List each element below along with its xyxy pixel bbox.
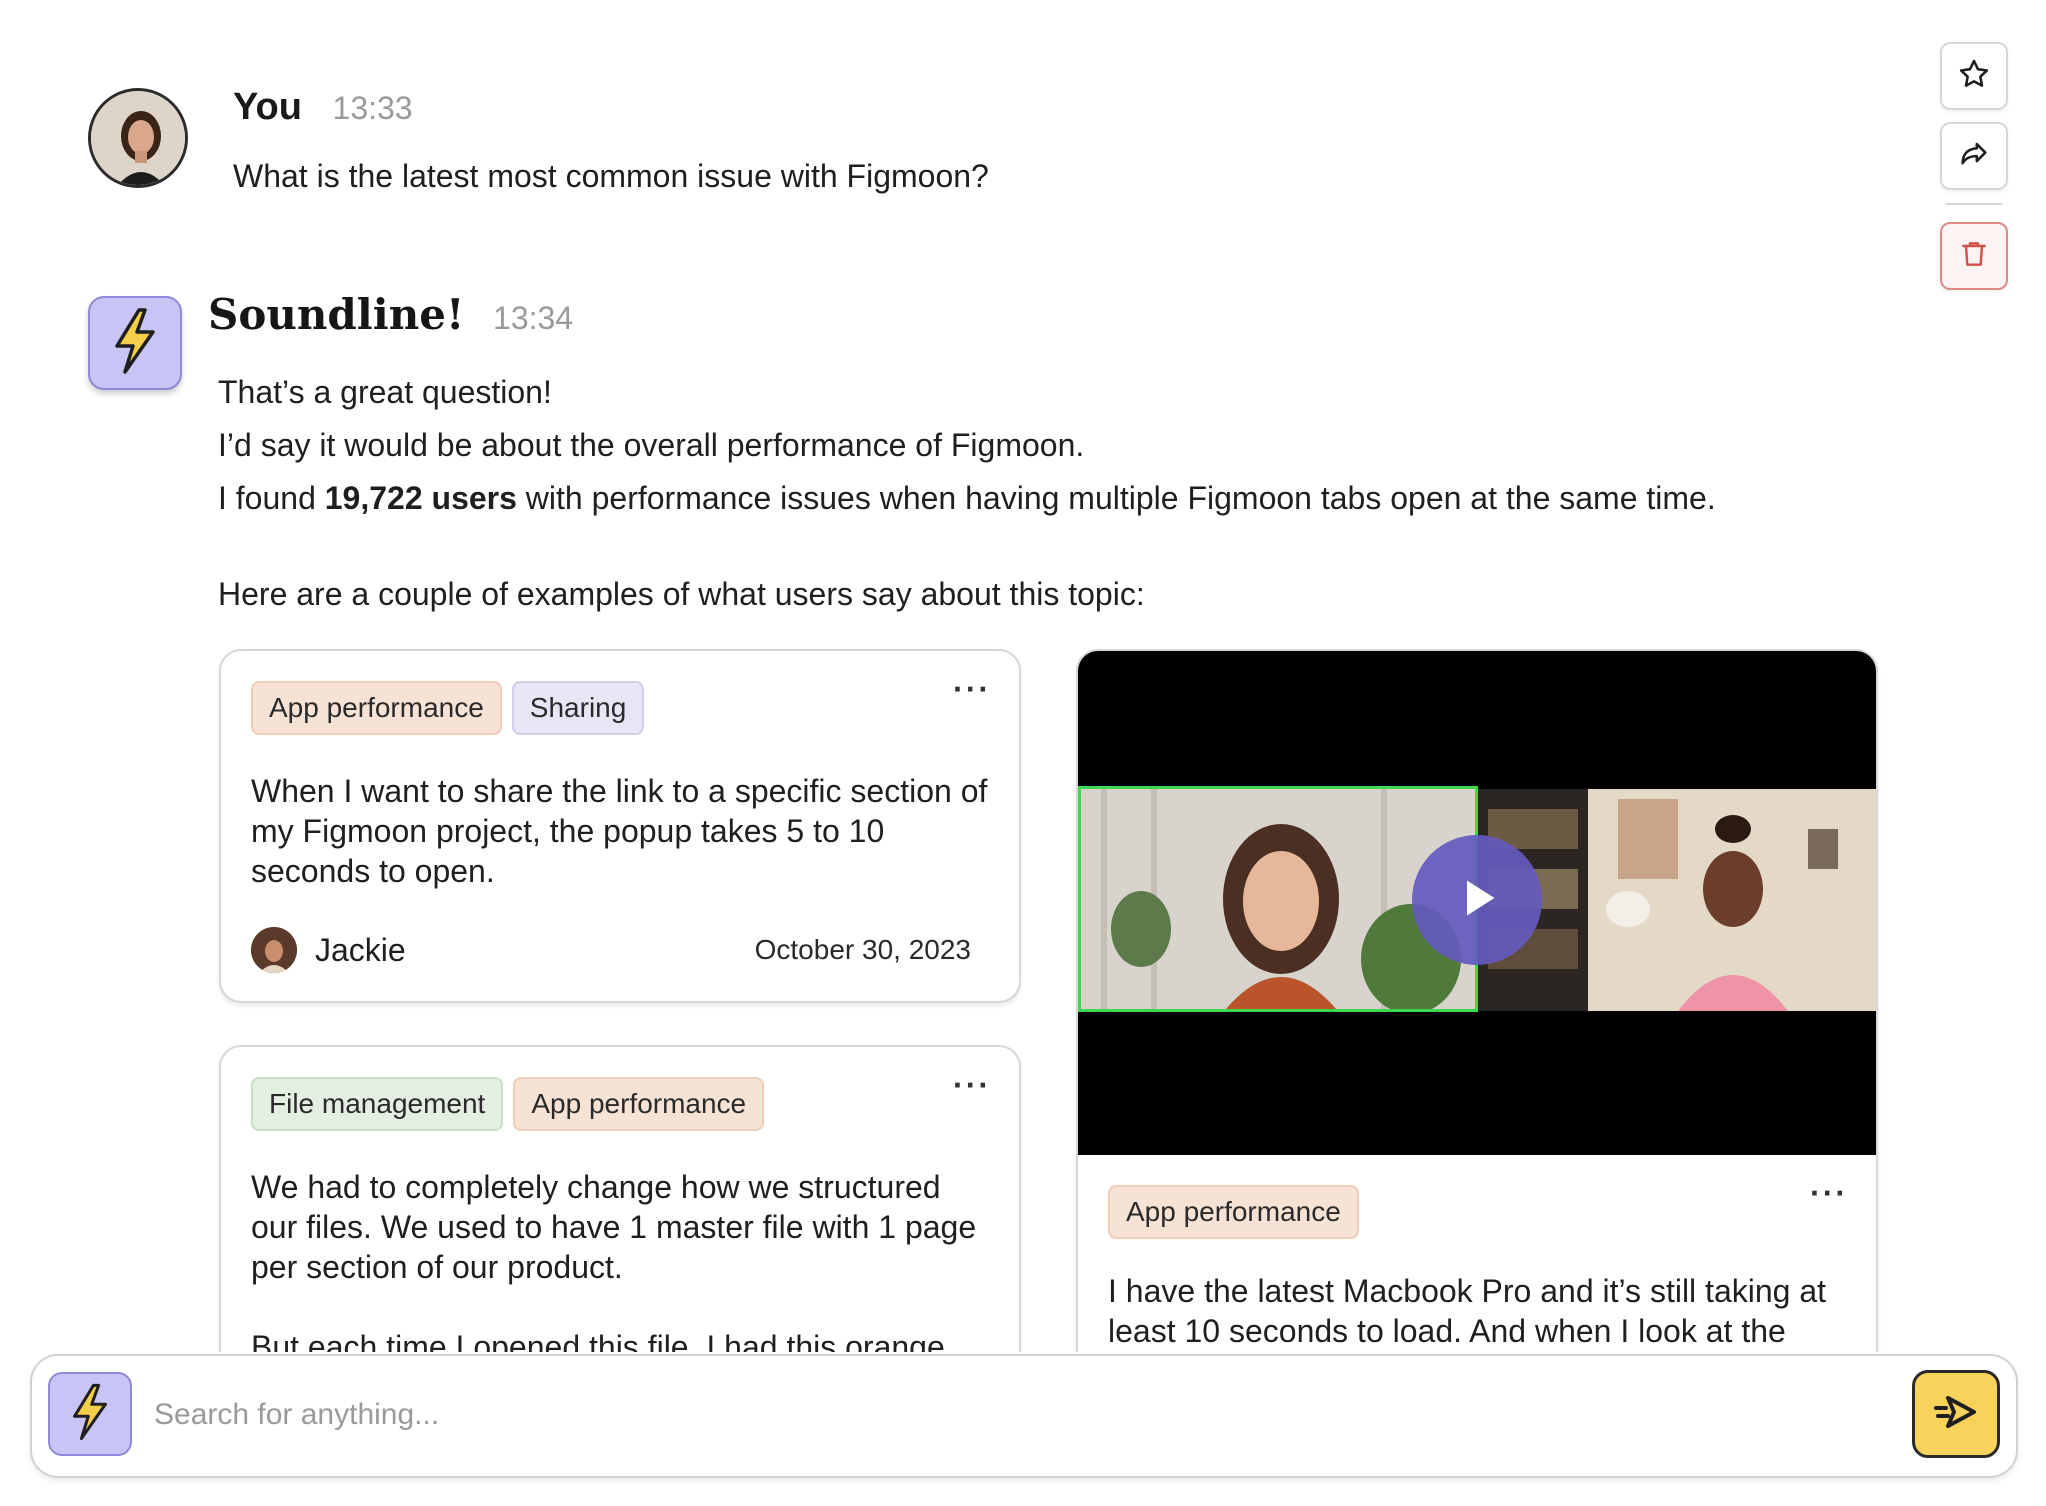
input-bot-avatar <box>48 1372 132 1456</box>
tag-app-performance[interactable]: App performance <box>513 1077 765 1131</box>
trash-icon <box>1958 238 1990 275</box>
play-button[interactable] <box>1412 835 1542 965</box>
bot-avatar <box>88 296 182 390</box>
video-player[interactable] <box>1078 651 1876 1155</box>
feedback-quote: We had to completely change how we struc… <box>251 1169 977 1285</box>
feedback-quote: I have the latest Macbook Pro and it’s s… <box>1108 1273 1827 1349</box>
bot-name: Soundline! 13:34 <box>208 290 574 339</box>
video-feedback-card[interactable]: App performance ··· I have the latest Ma… <box>1076 649 1878 1409</box>
bot-line-2: I’d say it would be about the overall pe… <box>218 427 1085 463</box>
more-options-button[interactable]: ··· <box>1810 1175 1848 1212</box>
more-options-button[interactable]: ··· <box>953 671 991 708</box>
tag-app-performance[interactable]: App performance <box>251 681 502 735</box>
author-row: Jackie October 30, 2023 <box>251 927 971 973</box>
tag-app-performance[interactable]: App performance <box>1108 1185 1359 1239</box>
delete-button[interactable] <box>1940 222 2008 290</box>
user-name: You 13:33 <box>233 86 413 128</box>
user-count: 19,722 users <box>324 480 517 516</box>
lightning-icon <box>104 306 166 381</box>
user-message-text: What is the latest most common issue wit… <box>233 158 989 194</box>
tag-file-management[interactable]: File management <box>251 1077 504 1131</box>
share-button[interactable] <box>1940 122 2008 190</box>
tag-list: File management App performance <box>251 1077 765 1131</box>
share-icon <box>1957 137 1991 176</box>
tag-list: App performance <box>1108 1185 1359 1239</box>
bot-message-time: 13:34 <box>493 300 574 336</box>
play-icon <box>1447 868 1507 933</box>
tag-list: App performance Sharing <box>251 681 645 735</box>
chat-input-bar <box>30 1354 2018 1478</box>
bot-line-3: I found 19,722 users with performance is… <box>218 480 1716 516</box>
star-button[interactable] <box>1940 42 2008 110</box>
more-options-button[interactable]: ··· <box>953 1067 991 1104</box>
user-message-time: 13:33 <box>332 90 413 126</box>
user-avatar <box>88 88 188 188</box>
feedback-quote: When I want to share the link to a speci… <box>251 773 988 889</box>
star-icon <box>1957 57 1991 96</box>
bot-line-1: That’s a great question! <box>218 374 552 410</box>
tag-sharing[interactable]: Sharing <box>511 681 645 735</box>
bot-message-body: That’s a great question! I’d say it woul… <box>218 366 1716 525</box>
author-avatar <box>251 927 297 973</box>
search-input[interactable] <box>152 1384 1756 1446</box>
send-button[interactable] <box>1912 1370 2000 1458</box>
lightning-icon <box>63 1382 117 1447</box>
author-name: Jackie <box>315 931 406 968</box>
side-divider <box>1946 203 2002 205</box>
send-icon <box>1932 1388 1980 1441</box>
examples-intro: Here are a couple of examples of what us… <box>218 576 1145 612</box>
feedback-card[interactable]: App performance Sharing ··· When I want … <box>219 649 1021 1003</box>
feedback-date: October 30, 2023 <box>754 934 971 965</box>
